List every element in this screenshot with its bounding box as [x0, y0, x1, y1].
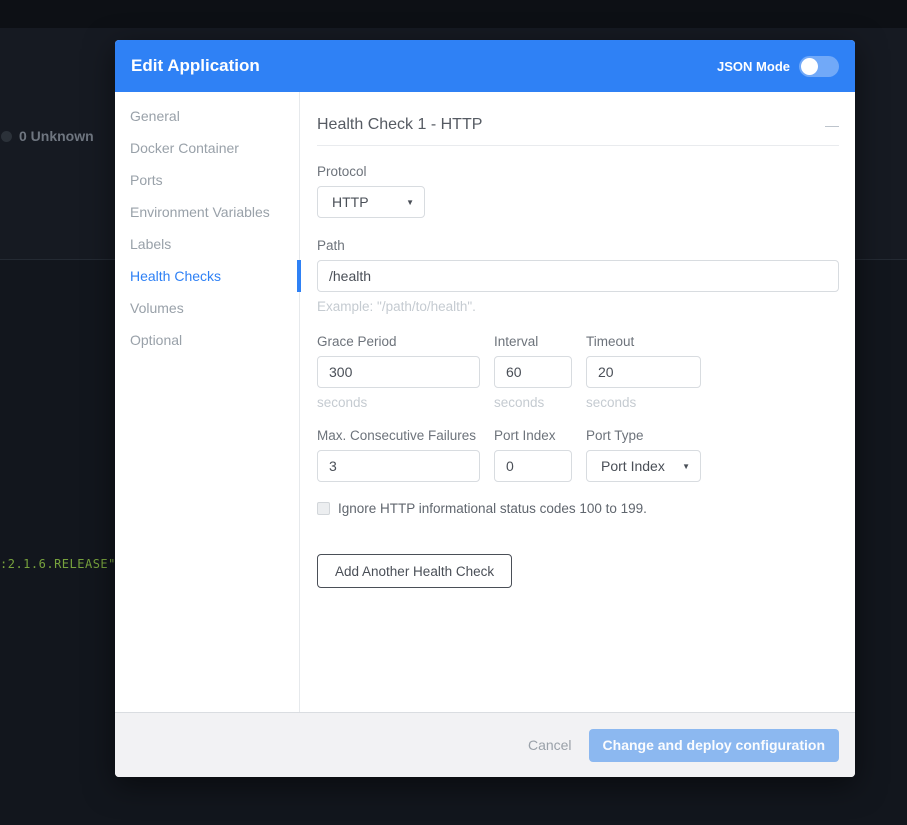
health-checks-panel: Health Check 1 - HTTP — Protocol HTTP ▼ …	[300, 92, 855, 712]
ignore-http-checkbox[interactable]	[317, 502, 330, 515]
sidebar-item-ports[interactable]: Ports	[115, 164, 299, 196]
interval-unit: seconds	[494, 395, 572, 410]
status-unknown-label: 0 Unknown	[19, 128, 94, 144]
protocol-select[interactable]: HTTP ▼	[317, 186, 425, 218]
json-mode-label: JSON Mode	[717, 59, 790, 74]
status-dot-icon	[1, 131, 12, 142]
code-version-text: :2.1.6.RELEASE"	[0, 557, 116, 571]
json-mode-control: JSON Mode	[717, 56, 839, 77]
path-help-text: Example: "/path/to/health".	[317, 299, 839, 314]
port-type-select-value: Port Index	[601, 458, 665, 474]
protocol-label: Protocol	[317, 164, 839, 179]
chevron-down-icon: ▼	[406, 198, 414, 207]
section-heading: Health Check 1 - HTTP	[317, 116, 482, 134]
timeout-unit: seconds	[586, 395, 701, 410]
protocol-select-value: HTTP	[332, 194, 369, 210]
modal-header: Edit Application JSON Mode	[115, 40, 855, 92]
sidebar-item-health-checks[interactable]: Health Checks	[115, 260, 299, 292]
sidebar-item-general[interactable]: General	[115, 100, 299, 132]
edit-application-modal: Edit Application JSON Mode General Docke…	[115, 40, 855, 777]
add-health-check-button[interactable]: Add Another Health Check	[317, 554, 512, 588]
interval-label: Interval	[494, 334, 572, 349]
toggle-knob-icon	[801, 58, 818, 75]
app-top-bar	[0, 0, 907, 28]
sidebar-item-docker-container[interactable]: Docker Container	[115, 132, 299, 164]
collapse-icon[interactable]: —	[825, 118, 839, 132]
modal-sidebar: General Docker Container Ports Environme…	[115, 92, 300, 712]
port-index-input[interactable]	[494, 450, 572, 482]
sidebar-item-environment-variables[interactable]: Environment Variables	[115, 196, 299, 228]
sidebar-item-optional[interactable]: Optional	[115, 324, 299, 356]
active-indicator	[297, 260, 301, 292]
port-index-label: Port Index	[494, 428, 572, 443]
port-type-label: Port Type	[586, 428, 701, 443]
status-unknown: 0 Unknown	[12, 128, 94, 144]
ignore-http-checkbox-label: Ignore HTTP informational status codes 1…	[338, 501, 647, 516]
max-failures-label: Max. Consecutive Failures	[317, 428, 480, 443]
grace-period-unit: seconds	[317, 395, 480, 410]
sidebar-item-volumes[interactable]: Volumes	[115, 292, 299, 324]
json-mode-toggle[interactable]	[799, 56, 839, 77]
modal-footer: Cancel Change and deploy configuration	[115, 712, 855, 777]
health-check-section-header: Health Check 1 - HTTP —	[317, 116, 839, 146]
timeout-input[interactable]	[586, 356, 701, 388]
modal-title: Edit Application	[131, 56, 260, 76]
sidebar-item-labels[interactable]: Labels	[115, 228, 299, 260]
port-type-select[interactable]: Port Index ▼	[586, 450, 701, 482]
change-and-deploy-button[interactable]: Change and deploy configuration	[589, 729, 839, 762]
ignore-http-checkbox-row: Ignore HTTP informational status codes 1…	[317, 501, 839, 516]
timeout-label: Timeout	[586, 334, 701, 349]
chevron-down-icon: ▼	[682, 462, 690, 471]
modal-body: General Docker Container Ports Environme…	[115, 92, 855, 712]
sidebar-item-health-checks-label: Health Checks	[130, 268, 221, 284]
grace-period-input[interactable]	[317, 356, 480, 388]
path-label: Path	[317, 238, 839, 253]
interval-input[interactable]	[494, 356, 572, 388]
grace-period-label: Grace Period	[317, 334, 480, 349]
background-code-snippet: :2.1.6.RELEASE",	[0, 557, 124, 571]
max-failures-input[interactable]	[317, 450, 480, 482]
path-input[interactable]	[317, 260, 839, 292]
cancel-button[interactable]: Cancel	[528, 737, 572, 753]
